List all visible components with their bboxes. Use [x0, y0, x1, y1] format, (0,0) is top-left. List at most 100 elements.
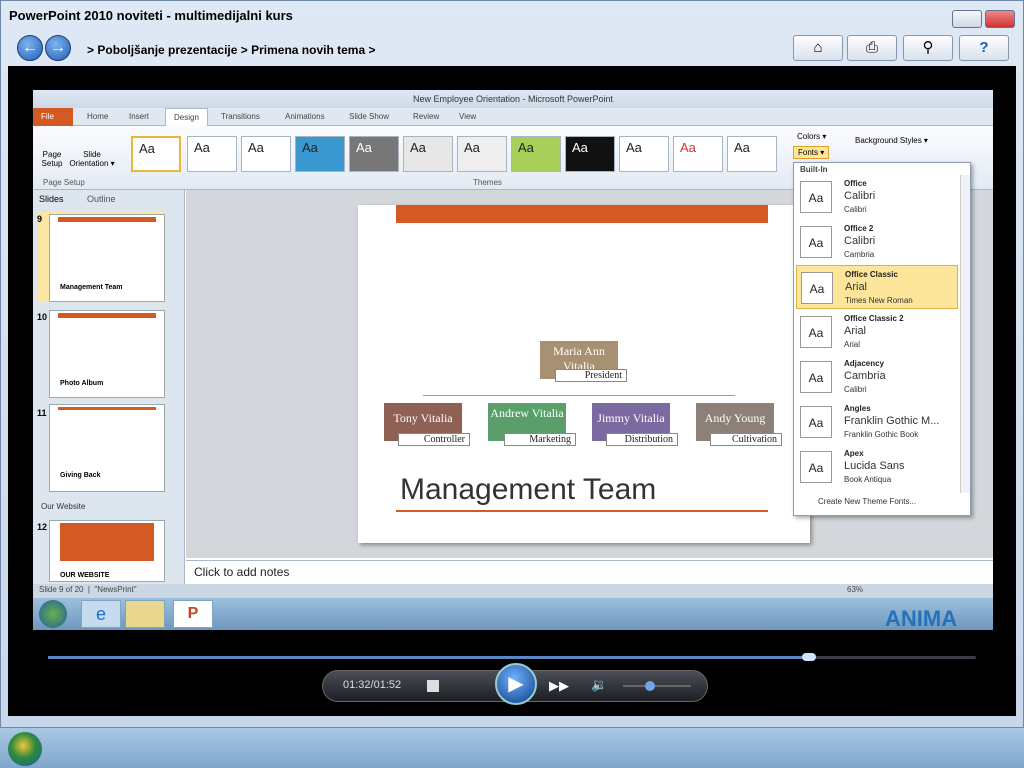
theme-name: "NewsPrint" [94, 585, 137, 594]
slide-top-bar [396, 205, 768, 223]
status-bar: Slide 9 of 20 | "NewsPrint" 63% [33, 584, 993, 598]
slide-thumbnail[interactable]: Giving Back [49, 404, 165, 492]
current-slide[interactable]: Maria Ann Vitalia President Tony Vitalia… [358, 205, 810, 543]
thumb-caption: Management Team [60, 284, 123, 291]
fonts-button[interactable]: Fonts ▾ [793, 146, 830, 159]
volume-icon[interactable]: 🔉 [591, 677, 607, 693]
font-option[interactable]: Aa Office 2 Calibri Cambria [796, 220, 958, 264]
slide-thumbnail[interactable]: OUR WEBSITE [49, 520, 165, 582]
tab-review[interactable]: Review [405, 108, 447, 126]
forward-arrow-icon[interactable]: → [45, 35, 71, 61]
navigation-bar: ← → > Poboljšanje prezentacije > Primena… [9, 31, 1015, 67]
fast-forward-icon[interactable]: ▶▶ [541, 675, 577, 697]
theme-thumbnail[interactable]: Aa [727, 136, 777, 172]
window-title: PowerPoint 2010 noviteti - multimedijaln… [9, 8, 293, 23]
volume-slider[interactable] [623, 685, 691, 687]
slide-counter: Slide 9 of 20 [39, 585, 84, 594]
slide-number: 11 [37, 408, 47, 418]
tab-outline[interactable]: Outline [87, 194, 116, 204]
inner-taskbar: e P ANIMA [33, 598, 993, 630]
time-display: 01:32/01:52 [343, 679, 402, 691]
tab-view[interactable]: View [451, 108, 484, 126]
stop-icon[interactable] [427, 680, 439, 692]
dropdown-scrollbar[interactable] [960, 175, 970, 493]
breadcrumb-item[interactable]: Primena novih tema [251, 43, 365, 57]
font-option[interactable]: Aa Apex Lucida Sans Book Antiqua [796, 445, 958, 489]
slide-number: 12 [37, 522, 48, 532]
slide-number: 9 [37, 214, 43, 224]
theme-thumbnail[interactable]: Aa [241, 136, 291, 172]
theme-thumbnail[interactable]: Aa [187, 136, 237, 172]
font-option[interactable]: Aa Office Calibri Calibri [796, 175, 958, 219]
theme-thumbnail[interactable]: Aa [295, 136, 345, 172]
theme-thumbnail[interactable]: Aa [457, 136, 507, 172]
print-icon[interactable]: ⎙ [847, 35, 897, 61]
font-option[interactable]: Aa Adjacency Cambria Calibri [796, 355, 958, 399]
org-role: Distribution [606, 433, 678, 446]
ribbon-tabs: File Home Insert Design Transitions Anim… [33, 108, 993, 126]
dropdown-header: Built-In [800, 165, 828, 174]
internet-explorer-icon[interactable]: e [81, 600, 121, 628]
slide-thumbnail[interactable]: Management Team [49, 214, 165, 302]
fonts-dropdown: Built-In Aa Office Calibri Calibri Aa Office… [793, 162, 971, 516]
tab-home[interactable]: Home [79, 108, 116, 126]
play-icon[interactable]: ▶ [495, 663, 537, 705]
org-role: Marketing [504, 433, 576, 446]
theme-thumbnail[interactable]: Aa [565, 136, 615, 172]
group-label: Themes [473, 178, 502, 187]
thumb-caption: Giving Back [60, 472, 101, 479]
breadcrumb-item[interactable]: Poboljšanje prezentacije [97, 43, 237, 57]
title-underline [396, 510, 768, 512]
tab-file[interactable]: File [33, 108, 73, 126]
seek-handle[interactable] [801, 653, 816, 661]
anima-logo: ANIMA [885, 606, 958, 630]
folder-icon[interactable] [125, 600, 165, 628]
page-setup-button[interactable]: Page Setup [37, 150, 67, 168]
org-role: President [555, 369, 627, 382]
slides-pane: Slides Outline 9 Management Team 10 Phot… [33, 190, 185, 588]
slide-number: 10 [37, 312, 48, 322]
tab-design[interactable]: Design [165, 108, 208, 126]
slide-thumbnail[interactable]: Photo Album [49, 310, 165, 398]
org-role: Cultivation [710, 433, 782, 446]
powerpoint-icon[interactable]: P [173, 600, 213, 628]
minimize-button[interactable] [952, 10, 982, 28]
start-button-icon[interactable] [8, 732, 42, 766]
background-styles-button[interactable]: Background Styles ▾ [855, 136, 928, 145]
theme-thumbnail[interactable]: Aa [349, 136, 399, 172]
back-arrow-icon[interactable]: ← [17, 35, 43, 61]
player-controls: 01:32/01:52 ▶ ▶▶ 🔉 [322, 663, 708, 705]
tab-animations[interactable]: Animations [277, 108, 333, 126]
theme-thumbnail[interactable]: Aa [403, 136, 453, 172]
thumb-caption: Photo Album [60, 380, 104, 387]
tab-slides[interactable]: Slides [39, 194, 64, 204]
colors-button[interactable]: Colors ▾ [797, 132, 826, 141]
section-header[interactable]: Our Website [41, 502, 85, 511]
group-label: Page Setup [43, 178, 85, 187]
theme-thumbnail[interactable]: Aa [619, 136, 669, 172]
theme-thumbnail[interactable]: Aa [511, 136, 561, 172]
start-orb-icon[interactable] [39, 600, 67, 628]
tab-insert[interactable]: Insert [121, 108, 157, 126]
thumb-caption: OUR WEBSITE [60, 572, 110, 579]
close-button[interactable] [985, 10, 1015, 28]
video-frame: New Employee Orientation - Microsoft Pow… [33, 90, 993, 630]
slide-orientation-button[interactable]: Slide Orientation ▾ [69, 150, 115, 168]
seek-progress [48, 656, 809, 659]
font-option-hovered[interactable]: Aa Office Classic Arial Times New Roman [796, 265, 958, 309]
slide-title[interactable]: Management Team [400, 473, 656, 507]
zoom-level[interactable]: 63% [847, 585, 863, 594]
create-theme-fonts-link[interactable]: Create New Theme Fonts... [818, 497, 916, 506]
help-icon[interactable]: ? [959, 35, 1009, 61]
font-option[interactable]: Aa Angles Franklin Gothic M... Franklin Got… [796, 400, 958, 444]
notes-field[interactable]: Click to add notes [186, 560, 993, 584]
volume-handle[interactable] [645, 681, 656, 691]
theme-thumbnail[interactable]: Aa [673, 136, 723, 172]
search-icon[interactable]: ⚲ [903, 35, 953, 61]
tab-slide-show[interactable]: Slide Show [341, 108, 397, 126]
tab-transitions[interactable]: Transitions [213, 108, 268, 126]
font-option[interactable]: Aa Office Classic 2 Arial Arial [796, 310, 958, 354]
home-icon[interactable]: ⌂ [793, 35, 843, 61]
theme-thumbnail[interactable]: Aa [131, 136, 181, 172]
breadcrumb: > Poboljšanje prezentacije > Primena nov… [87, 43, 376, 57]
